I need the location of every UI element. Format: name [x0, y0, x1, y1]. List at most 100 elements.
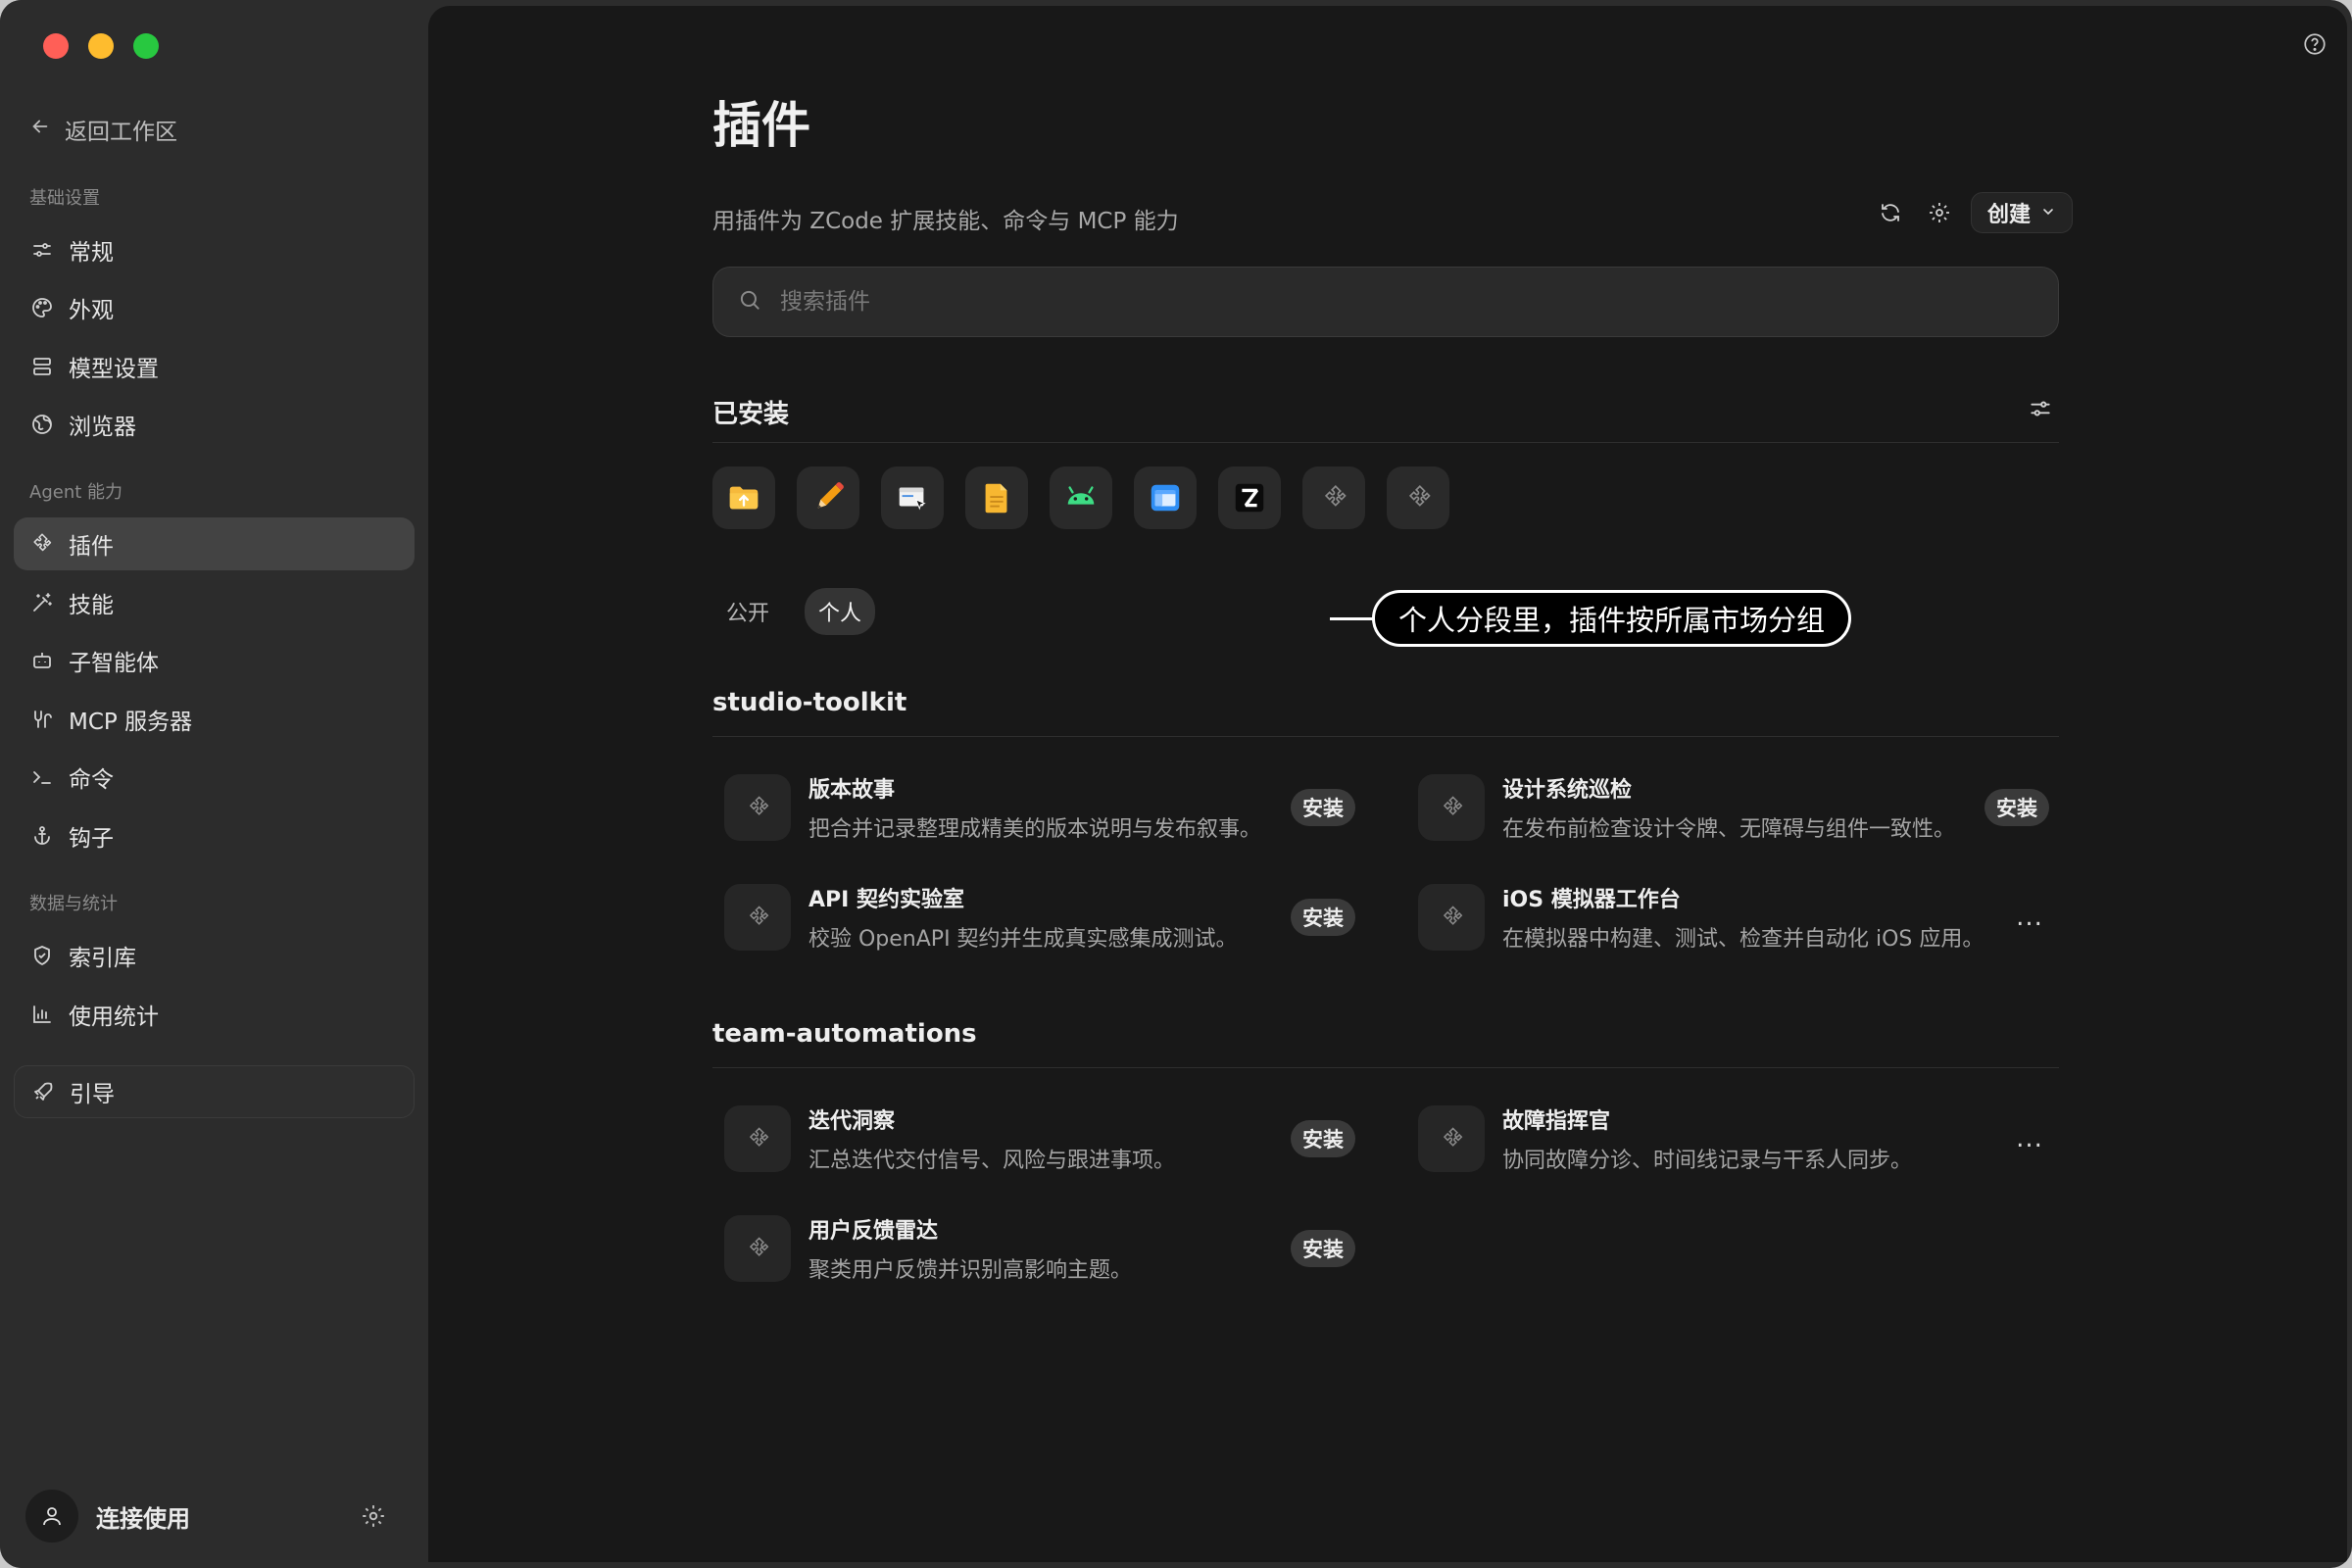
plugin-card[interactable]: 用户反馈雷达 聚类用户反馈并识别高影响主题。 安装 [712, 1201, 1355, 1296]
divider [712, 442, 2059, 443]
main-panel: 插件 用插件为 ZCode 扩展技能、命令与 MCP 能力 创建 已安装 [428, 6, 2347, 1562]
user-icon [25, 1490, 78, 1543]
sidebar-item-browser[interactable]: 浏览器 [14, 398, 415, 451]
divider [712, 736, 2059, 737]
page-subtitle: 用插件为 ZCode 扩展技能、命令与 MCP 能力 [712, 209, 1179, 234]
puzzle-icon [1418, 774, 1485, 841]
segment-control: 公开 个人 [712, 588, 876, 635]
puzzle-icon [724, 774, 791, 841]
sidebar-item-label: 模型设置 [69, 357, 159, 382]
plugin-card[interactable]: 迭代洞察 汇总迭代交付信号、风险与跟进事项。 安装 [712, 1092, 1355, 1186]
arrow-left-icon [29, 116, 51, 143]
create-button[interactable]: 创建 [1971, 192, 2074, 233]
sidebar-item-label: 索引库 [69, 946, 136, 971]
sidebar-item-index[interactable]: 索引库 [14, 929, 415, 982]
plugin-card[interactable]: 版本故事把合并记录整理成精美的版本说明与发布叙事。 安装 [712, 760, 1355, 855]
section-basic-settings: 基础设置 [29, 188, 100, 209]
sidebar-item-appearance[interactable]: 外观 [14, 281, 415, 334]
sidebar-item-skills[interactable]: 技能 [14, 576, 415, 629]
puzzle-icon[interactable] [1302, 466, 1365, 529]
install-button[interactable]: 安装 [1984, 789, 2049, 826]
sidebar: 返回工作区 基础设置 常规 外观 模型设置 浏览器 Agent 能力 插件 技能 [0, 0, 428, 1568]
chevron-down-icon [2040, 201, 2056, 225]
install-button[interactable]: 安装 [1291, 899, 1355, 936]
sidebar-item-general[interactable]: 常规 [14, 223, 415, 276]
shield-check-icon [29, 943, 55, 968]
install-button[interactable]: 安装 [1291, 1230, 1355, 1267]
back-label: 返回工作区 [65, 120, 177, 145]
plugin-card[interactable]: 设计系统巡检 在发布前检查设计令牌、无障碍与组件一致性。 安装 [1406, 760, 2049, 855]
puzzle-icon [724, 1215, 791, 1282]
create-label: 创建 [1987, 203, 2032, 227]
install-button[interactable]: 安装 [1291, 789, 1355, 826]
sidebar-item-guide[interactable]: 引导 [14, 1065, 415, 1118]
back-to-workspace-link[interactable]: 返回工作区 [29, 112, 177, 147]
sidebar-item-plugins[interactable]: 插件 [14, 517, 415, 570]
document-icon[interactable] [965, 466, 1028, 529]
plugin-name: API 契约实验室 [808, 888, 964, 912]
settings-gear-icon[interactable] [1922, 195, 1957, 230]
plugin-desc: 协同故障分诊、时间线记录与干系人同步。 [1502, 1149, 1913, 1173]
sidebar-item-label: 命令 [69, 767, 114, 793]
plugin-desc: 把合并记录整理成精美的版本说明与发布叙事。 [808, 817, 1262, 842]
sidebar-item-commands[interactable]: 命令 [14, 751, 415, 804]
sidebar-item-subagents[interactable]: 子智能体 [14, 634, 415, 687]
sidebar-item-label: 子智能体 [69, 651, 159, 676]
sidebar-item-mcp-servers[interactable]: MCP 服务器 [14, 693, 415, 746]
puzzle-icon [1418, 1105, 1485, 1172]
section-data-stats: 数据与统计 [29, 894, 118, 914]
installed-section-title: 已安装 [712, 400, 790, 429]
filter-sliders-icon[interactable] [2028, 396, 2053, 425]
puzzle-icon [724, 1105, 791, 1172]
plugin-card[interactable]: API 契约实验室 校验 OpenAPI 契约并生成真实感集成测试。 安装 [712, 870, 1355, 964]
puzzle-icon[interactable] [1387, 466, 1449, 529]
plugin-name: iOS 模拟器工作台 [1502, 888, 1681, 912]
installed-plugins-row [712, 466, 1449, 529]
tab-personal[interactable]: 个人 [805, 588, 876, 635]
sidebar-item-label: MCP 服务器 [69, 710, 193, 735]
plugin-desc: 在发布前检查设计令牌、无障碍与组件一致性。 [1502, 817, 1956, 842]
plugin-name: 版本故事 [808, 778, 896, 803]
anchor-icon [29, 823, 55, 849]
sidebar-item-usage[interactable]: 使用统计 [14, 988, 415, 1041]
folder-upload-icon[interactable] [712, 466, 775, 529]
search-input[interactable] [780, 289, 1956, 315]
sidebar-item-label: 技能 [69, 593, 114, 618]
app-window: 返回工作区 基础设置 常规 外观 模型设置 浏览器 Agent 能力 插件 技能 [0, 0, 2352, 1568]
group-title-studio-toolkit: studio-toolkit [712, 688, 907, 717]
search-bar[interactable] [712, 267, 2059, 337]
sidebar-item-label: 使用统计 [69, 1004, 159, 1030]
divider [712, 1067, 2059, 1068]
help-icon[interactable] [2302, 31, 2328, 61]
robot-icon [29, 648, 55, 673]
sidebar-item-label: 插件 [69, 534, 114, 560]
finder-window-icon[interactable] [1134, 466, 1197, 529]
tab-public[interactable]: 公开 [712, 588, 783, 635]
page-title: 插件 [712, 97, 810, 154]
more-options-button[interactable]: ... [2010, 1120, 2049, 1157]
close-window-button[interactable] [43, 33, 69, 59]
zoom-window-button[interactable] [133, 33, 159, 59]
group-title-team-automations: team-automations [712, 1019, 977, 1049]
sidebar-item-hooks[interactable]: 钩子 [14, 809, 415, 862]
user-account[interactable]: 连接使用 [25, 1490, 190, 1543]
z-logo-icon[interactable] [1218, 466, 1281, 529]
install-button[interactable]: 安装 [1291, 1120, 1355, 1157]
callout-connector [1330, 617, 1373, 620]
pencil-icon[interactable] [797, 466, 859, 529]
plugin-name: 用户反馈雷达 [808, 1219, 939, 1244]
plugin-desc: 汇总迭代交付信号、风险与跟进事项。 [808, 1149, 1176, 1173]
window-cursor-icon[interactable] [881, 466, 944, 529]
refresh-icon[interactable] [1873, 195, 1908, 230]
palette-icon [29, 295, 55, 320]
section-agent-abilities: Agent 能力 [29, 482, 123, 503]
plugin-card[interactable]: iOS 模拟器工作台 在模拟器中构建、测试、检查并自动化 iOS 应用。 ... [1406, 870, 2049, 964]
minimize-window-button[interactable] [88, 33, 114, 59]
toolbar: 创建 [1873, 192, 2074, 233]
search-icon [737, 287, 762, 317]
more-options-button[interactable]: ... [2010, 899, 2049, 936]
android-icon[interactable] [1050, 466, 1112, 529]
plugin-card[interactable]: 故障指挥官 协同故障分诊、时间线记录与干系人同步。 ... [1406, 1092, 2049, 1186]
gear-icon[interactable] [361, 1503, 386, 1533]
sidebar-item-model-settings[interactable]: 模型设置 [14, 340, 415, 393]
